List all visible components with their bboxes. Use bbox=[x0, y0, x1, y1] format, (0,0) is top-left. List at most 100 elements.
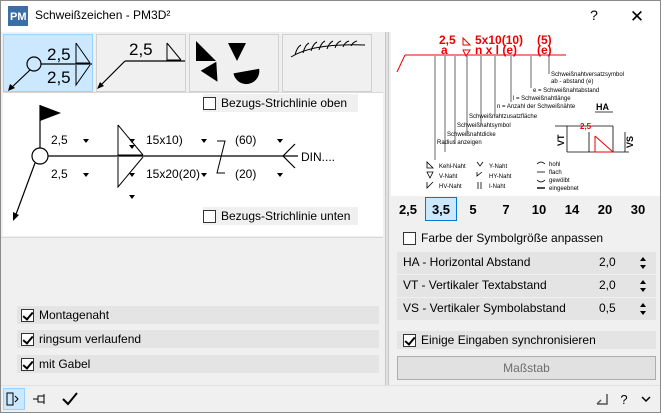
dim-vt-label: VT bbox=[556, 134, 566, 146]
gabel-checkbox[interactable]: mit Gabel bbox=[21, 355, 90, 373]
ref-line-bottom-box[interactable] bbox=[203, 209, 216, 223]
collapse-icon[interactable] bbox=[635, 388, 657, 410]
legend-item: eingeebnet bbox=[549, 186, 579, 192]
tab-symbol-din[interactable] bbox=[282, 34, 372, 92]
vs-value-input[interactable]: 0,5 bbox=[599, 301, 616, 315]
ref-line-top-box[interactable] bbox=[203, 96, 216, 110]
explain-label: Schweißnahtversatzsymbol bbox=[551, 72, 624, 78]
gabel-box[interactable] bbox=[21, 357, 34, 371]
top-contour-dropdown-icon[interactable] bbox=[129, 145, 135, 149]
dialog-window: PM Schweißzeichen - PM3D² ? ✕ 2,5 2,5 2,… bbox=[0, 0, 661, 413]
bottom-size-dropdown[interactable]: 2,5 bbox=[51, 165, 89, 183]
chevron-down-icon bbox=[201, 139, 207, 143]
statusbar-help-button[interactable]: ? bbox=[613, 388, 635, 410]
legend-item: Kehl-Naht bbox=[439, 164, 466, 170]
explain-label: Radius anzeigen bbox=[437, 140, 482, 146]
size-button-7[interactable]: 7 bbox=[489, 197, 523, 221]
top-size-value: 2,5 bbox=[51, 133, 68, 147]
ref-line-top-checkbox[interactable]: Bezugs-Strichlinie oben bbox=[203, 94, 347, 112]
top-pitch-value: (60) bbox=[235, 133, 257, 147]
legend-item: Y-Naht bbox=[489, 164, 507, 170]
ringsum-box[interactable] bbox=[21, 332, 34, 346]
legend-item: flach bbox=[549, 170, 562, 176]
size-button-2-5[interactable]: 2,5 bbox=[391, 197, 425, 221]
farbe-box[interactable] bbox=[403, 231, 416, 245]
chevron-down-icon bbox=[129, 173, 135, 177]
size-button-14[interactable]: 14 bbox=[555, 197, 589, 221]
vt-spinner[interactable] bbox=[635, 277, 651, 295]
size-button-20[interactable]: 20 bbox=[589, 197, 621, 221]
spin-down-icon[interactable] bbox=[635, 309, 651, 318]
pin-icon[interactable] bbox=[29, 388, 51, 410]
ref-line-bottom-label: Bezugs-Strichlinie unten bbox=[221, 209, 351, 223]
red-a-label: a bbox=[441, 43, 448, 57]
top-symbol-dropdown[interactable] bbox=[107, 131, 135, 149]
double-weld-symbol-icon: 2,5 2,5 bbox=[8, 42, 92, 91]
single-weld-symbol-icon: 2,5 bbox=[97, 40, 185, 89]
din-label: DIN.... bbox=[301, 150, 336, 164]
spin-up-icon[interactable] bbox=[635, 300, 651, 309]
confirm-check-icon[interactable] bbox=[59, 388, 81, 410]
montagenaht-checkbox[interactable]: Montagenaht bbox=[21, 306, 109, 324]
montagenaht-label: Montagenaht bbox=[39, 308, 110, 322]
top-length-value: 15x10) bbox=[146, 133, 183, 147]
top-pitch-dropdown[interactable]: (60) bbox=[235, 131, 283, 149]
size-button-10[interactable]: 10 bbox=[523, 197, 555, 221]
tab2-top-label: 2,5 bbox=[129, 40, 153, 59]
ringsum-label: ringsum verlaufend bbox=[39, 332, 142, 346]
left-pane: 2,5 2,5 2,5 Bezugs-Strichlinie oben 2,5 … bbox=[1, 32, 383, 385]
chevron-down-icon bbox=[277, 173, 283, 177]
size-button-3-5[interactable]: 3,5 bbox=[425, 197, 457, 221]
help-button[interactable]: ? bbox=[584, 7, 604, 27]
bottom-length-dropdown[interactable]: 15x20(20) bbox=[146, 165, 207, 183]
window-title: Schweißzeichen - PM3D² bbox=[35, 8, 171, 22]
tab1-bottom-label: 2,5 bbox=[47, 68, 71, 87]
bottom-pitch-dropdown[interactable]: (20) bbox=[235, 165, 283, 183]
chevron-down-icon bbox=[201, 173, 207, 177]
legend-item: gewölbt bbox=[549, 178, 570, 184]
ref-line-bottom-checkbox[interactable]: Bezugs-Strichlinie unten bbox=[203, 207, 350, 225]
farbe-checkbox[interactable]: Farbe der Symbolgröße anpassen bbox=[403, 229, 603, 247]
close-button[interactable]: ✕ bbox=[625, 6, 649, 28]
filled-seam-icons bbox=[196, 41, 260, 85]
ha-spinner[interactable] bbox=[635, 254, 651, 272]
vt-value-input[interactable]: 2,0 bbox=[599, 278, 616, 292]
spin-up-icon[interactable] bbox=[635, 277, 651, 286]
bottom-contour-dropdown-icon[interactable] bbox=[129, 195, 135, 199]
massstab-button[interactable]: Maßstab bbox=[397, 356, 656, 380]
top-length-dropdown[interactable]: 15x10) bbox=[146, 131, 207, 149]
pane-splitter[interactable] bbox=[385, 32, 389, 385]
spin-up-icon[interactable] bbox=[635, 254, 651, 263]
size-button-30[interactable]: 30 bbox=[621, 197, 655, 221]
legend-item: I-Naht bbox=[489, 184, 506, 190]
vs-spinner[interactable] bbox=[635, 300, 651, 318]
symbol-tabs: 2,5 2,5 2,5 bbox=[3, 34, 383, 92]
sync-checkbox[interactable]: Einige Eingaben synchronisieren bbox=[403, 331, 596, 349]
dock-toggle-icon[interactable] bbox=[3, 388, 25, 410]
montagenaht-box[interactable] bbox=[21, 308, 34, 322]
ringsum-checkbox[interactable]: ringsum verlaufend bbox=[21, 330, 141, 348]
bottom-pitch-value: (20) bbox=[235, 167, 257, 181]
top-size-dropdown[interactable]: 2,5 bbox=[51, 131, 89, 149]
tab-symbol-double[interactable]: 2,5 2,5 bbox=[3, 34, 93, 92]
bottom-size-value: 2,5 bbox=[51, 167, 68, 181]
resize-grip-icon[interactable] bbox=[591, 388, 613, 410]
farbe-label: Farbe der Symbolgröße anpassen bbox=[421, 231, 604, 245]
legend-item: HY-Naht bbox=[489, 174, 512, 180]
explain-label: l = Schweißnahtlänge bbox=[513, 96, 571, 102]
tab-symbol-single[interactable]: 2,5 bbox=[96, 34, 186, 92]
symbol-size-selector: 2,5 3,5 5 7 10 14 20 30 bbox=[391, 197, 660, 223]
spin-down-icon[interactable] bbox=[635, 263, 651, 272]
sync-box[interactable] bbox=[403, 333, 416, 347]
legend-item: V-Naht bbox=[439, 174, 458, 180]
vs-label: VS - Vertikaler Symbolabstand bbox=[403, 301, 566, 315]
explain-label: ab - abstand (e) bbox=[551, 79, 593, 85]
chevron-down-icon bbox=[83, 139, 89, 143]
ha-value-input[interactable]: 2,0 bbox=[599, 255, 616, 269]
bottom-symbol-dropdown[interactable] bbox=[107, 165, 135, 183]
tab-symbol-filled[interactable] bbox=[189, 34, 279, 92]
size-button-5[interactable]: 5 bbox=[457, 197, 489, 221]
legend-item: HV-Naht bbox=[439, 184, 462, 190]
app-icon: PM bbox=[8, 6, 28, 26]
spin-down-icon[interactable] bbox=[635, 286, 651, 295]
